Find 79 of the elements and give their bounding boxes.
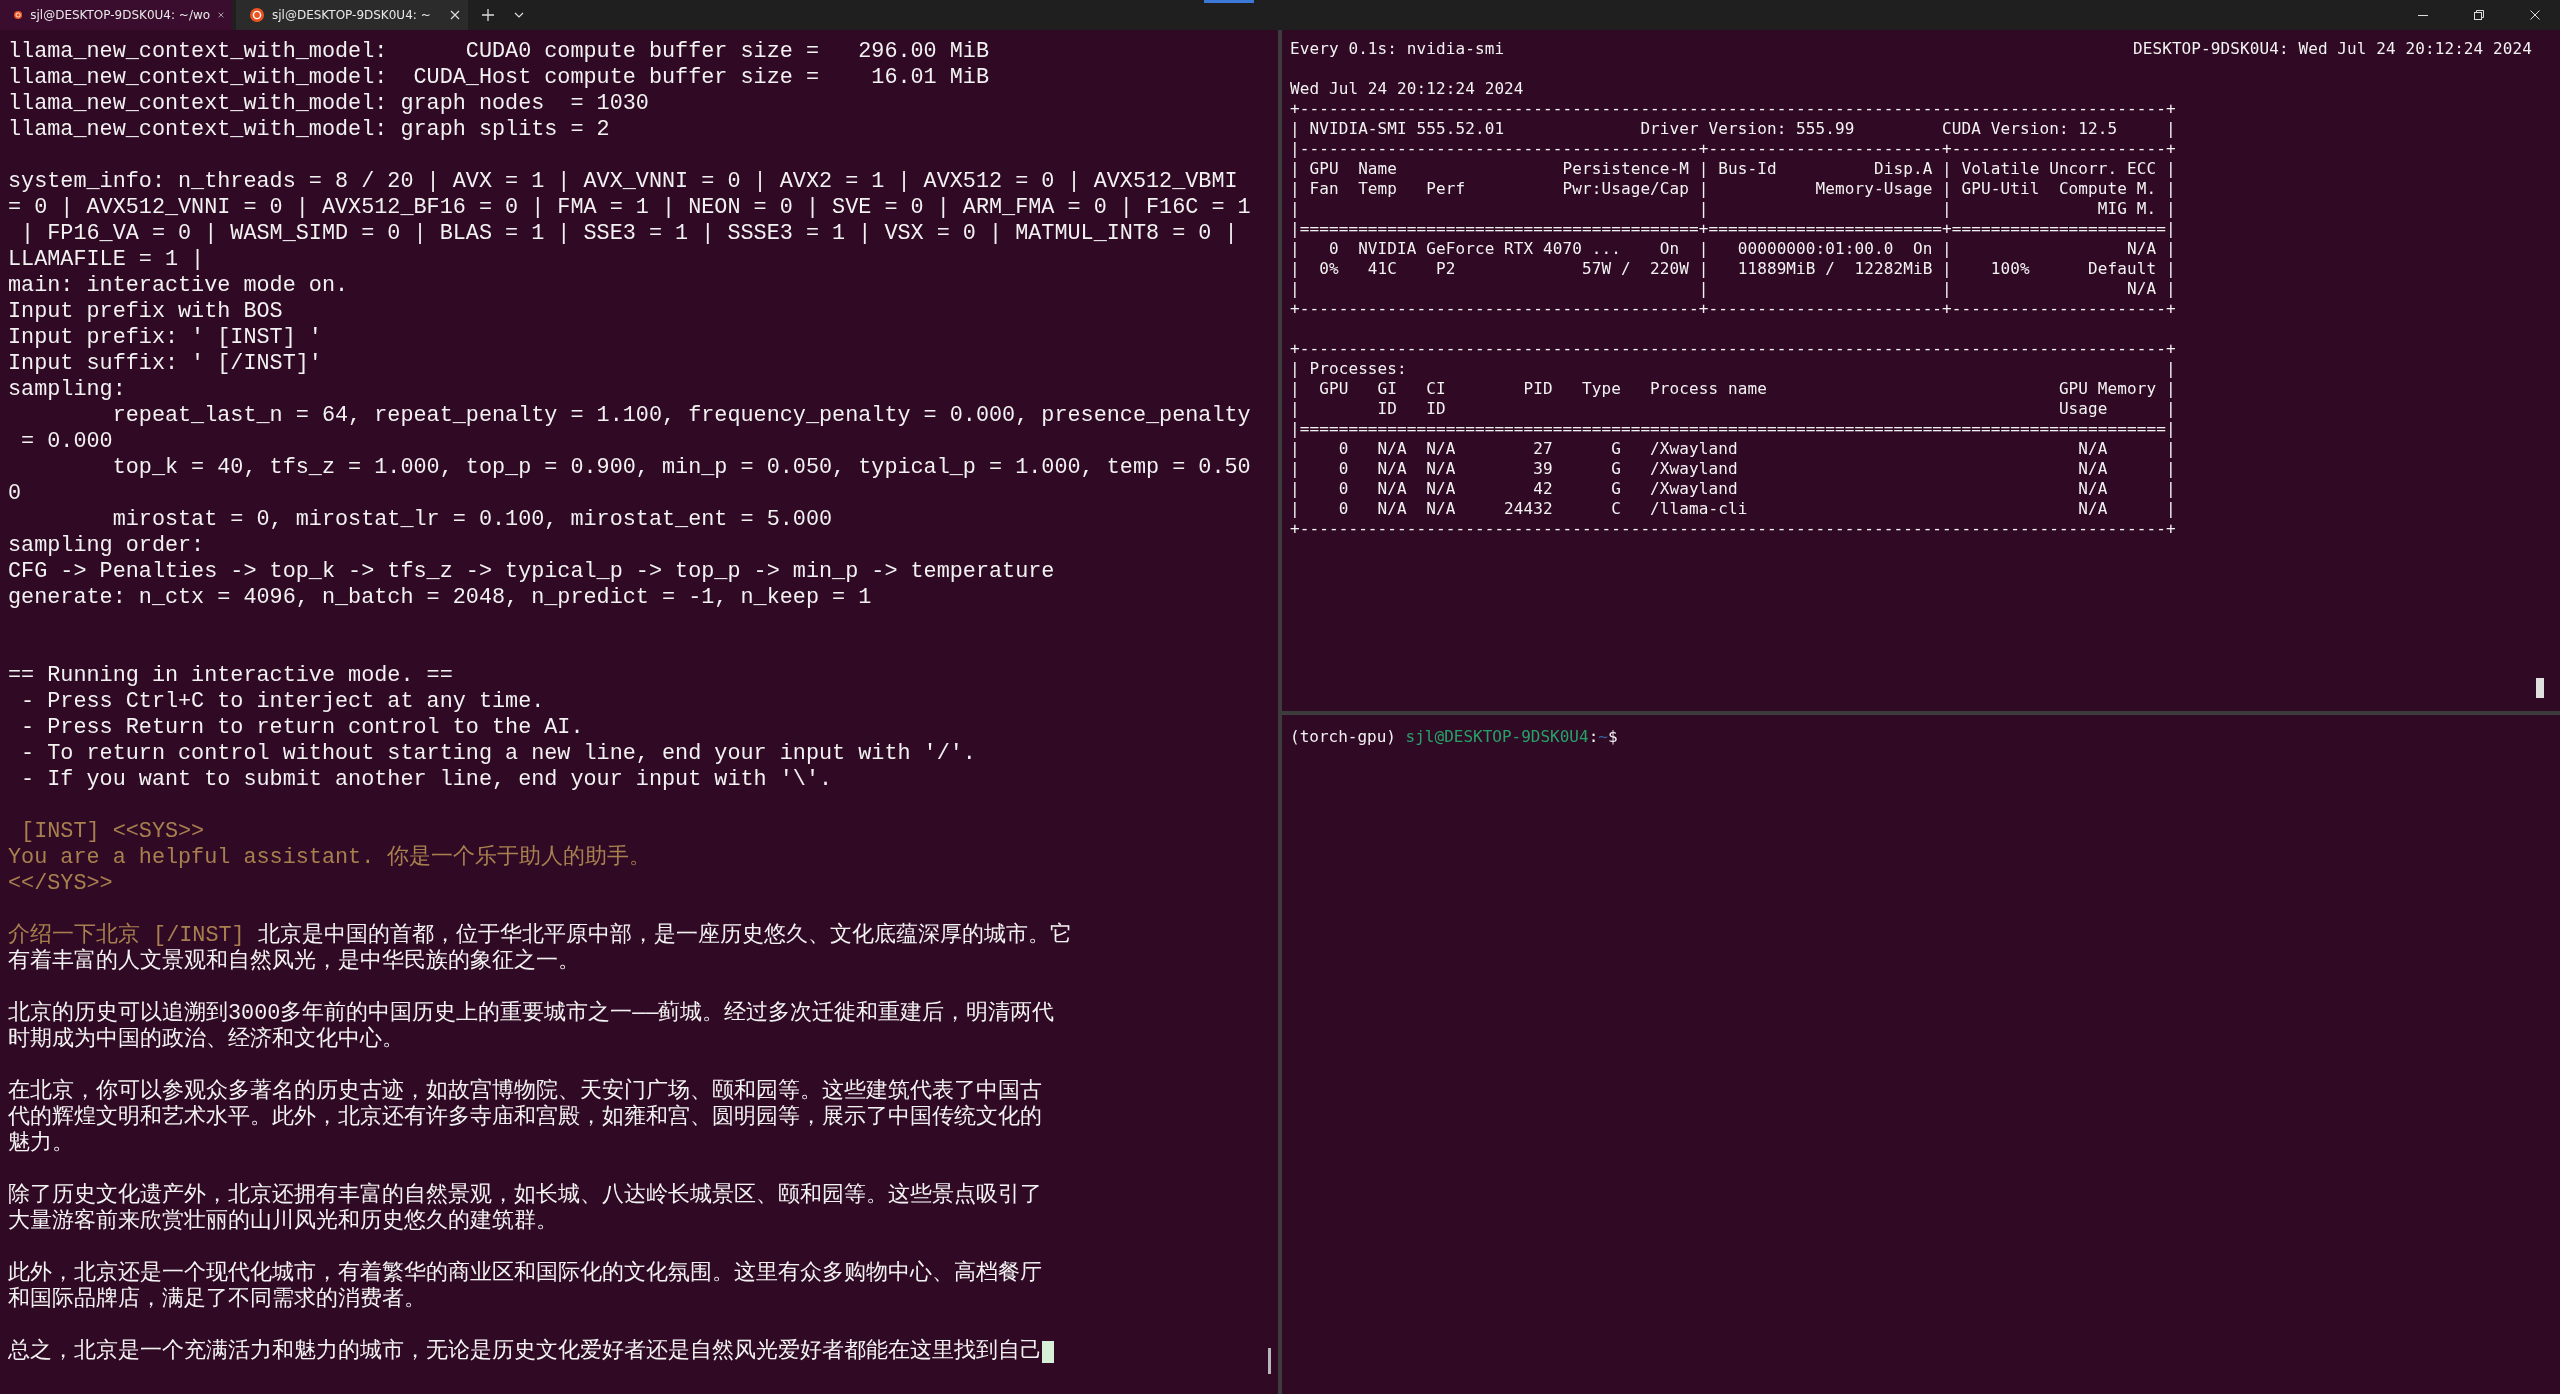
terminal-line: Input prefix: ' [INST] ' (8, 325, 322, 351)
terminal-line: CFG -> Penalties -> top_k -> tfs_z -> typical_p -> top_p -> min_p -> temperature (8, 559, 1055, 585)
terminal-line: main: interactive mode on. (8, 273, 349, 299)
dropdown-icon[interactable] (514, 12, 524, 18)
terminal-line: | | | MIG M. | (1290, 199, 2176, 218)
terminal-line: = 0 | AVX512_VNNI = 0 | AVX512_BF16 = 0 | FMA = 1 | NEON = 0 | SVE = 0 | ARM_FMA = 0 | F16C = 1 (8, 195, 1251, 221)
terminal-line: | 0 N/A N/A 27 G /Xwayland N/A | (1290, 439, 2176, 458)
terminal-line: - Press Return to return control to the AI. (20, 715, 584, 741)
terminal-line: 代的辉煌文明和艺术水平。此外，北京还有许多寺庙和宫殿，如雍和宫、圆明园等，展示了中国传统文化的 (8, 1105, 1042, 1131)
terminal-line: | GPU GI CI PID Type Process name GPU Memory | (1290, 379, 2176, 398)
terminal-profile-icon (14, 8, 23, 22)
terminal-line: 和国际品牌店，满足了不同需求的消费者。 (8, 1287, 426, 1313)
terminal-line: llama_new_context_with_model: CUDA_Host compute buffer size = 16.01 MiB (8, 65, 990, 91)
terminal-line: [INST] <<SYS>> (20, 819, 205, 845)
close-icon[interactable] (218, 10, 224, 20)
terminal-line: Wed Jul 24 20:12:24 2024 (1290, 79, 1524, 98)
terminal-line: | ID ID Usage | (1290, 399, 2176, 418)
terminal-line: = 0.000 (20, 429, 113, 455)
terminal-line: 0 (8, 481, 22, 507)
terminal-line: | 0 NVIDIA GeForce RTX 4070 ... On | 00000000:01:00.0 On | N/A | (1290, 239, 2176, 258)
terminal-line: 介绍一下北京 [/INST] 北京是中国的首都，位于华北平原中部，是一座历史悠久、文化底蕴深厚的城市。它 (8, 923, 1072, 948)
terminal-line: |=========================================================================================| (1290, 419, 2176, 438)
new-tab-icon[interactable] (482, 9, 494, 21)
terminal-line: == Running in interactive mode. == (8, 663, 453, 689)
terminal-line: DESKTOP-9DSK0U4: Wed Jul 24 20:12:24 2024 (2132, 39, 2532, 59)
terminal-line: - To return control without starting a new line, end your input with '/'. (20, 741, 976, 767)
terminal-line: generate: n_ctx = 4096, n_batch = 2048, n_predict = -1, n_keep = 1 (8, 585, 872, 611)
terminal-profile-icon (250, 8, 264, 22)
terminal-line: | Processes: | (1290, 359, 2176, 378)
terminal-line: +-----------------------------------------------------------------------------------------+ (1290, 519, 2176, 538)
terminal-line: 总之，北京是一个充满活力和魅力的城市，无论是历史文化爱好者还是自然风光爱好者都能在这里找到自己 (8, 1339, 1042, 1365)
terminal-line: Every 0.1s: nvidia-smi (1290, 39, 1505, 59)
scrollbar-thumb[interactable] (2536, 678, 2544, 698)
terminal-line: - If you want to submit another line, end your input with '\'. (20, 767, 833, 793)
terminal-line: 大量游客前来欣赏壮丽的山川风光和历史悠久的建筑群。 (8, 1209, 558, 1235)
terminal-tab[interactable]: sjl@DESKTOP-9DSK0U4: ~ (236, 0, 468, 30)
terminal-line: sampling order: (8, 533, 205, 559)
scrollbar-thumb[interactable] (1268, 1348, 1271, 1374)
terminal-line: Input suffix: ' [/INST]' (8, 351, 322, 377)
close-icon[interactable] (2530, 10, 2540, 20)
terminal-line: +-----------------------------------------------------------------------------------------+ (1290, 99, 2176, 118)
terminal-line: top_k = 40, tfs_z = 1.000, top_p = 0.900, min_p = 0.050, typical_p = 1.000, temp = 0.50 (111, 455, 1251, 481)
terminal-line: 北京的历史可以追溯到3000多年前的中国历史上的重要城市之一——蓟城。经过多次迁徙和重建后，明清两代 (8, 1001, 1055, 1026)
shell-prompt: (torch-gpu) sjl@DESKTOP-9DSK0U4:~$ (1290, 727, 1618, 746)
terminal-line: | 0% 41C P2 57W / 220W | 11889MiB / 12282MiB | 100% Default | (1290, 259, 2176, 278)
terminal-line: sampling: (8, 377, 126, 403)
close-icon[interactable] (450, 10, 460, 20)
terminal-line: +-----------------------------------------------------------------------------------------+ (1290, 339, 2176, 358)
terminal-line: 此外，北京还是一个现代化城市，有着繁华的商业区和国际化的文化氛围。这里有众多购物中心、高档餐厅 (8, 1261, 1042, 1286)
terminal-line: | GPU Name Persistence-M | Bus-Id Disp.A | Volatile Uncorr. ECC | (1290, 159, 2176, 178)
terminal-line: system_info: n_threads = 8 / 20 | AVX = 1 | AVX_VNNI = 0 | AVX2 = 1 | AVX512 = 0 | AVX512_VBMI (8, 169, 1238, 195)
terminal-line: | NVIDIA-SMI 555.52.01 Driver Version: 555.99 CUDA Version: 12.5 | (1290, 119, 2176, 138)
terminal-line: - Press Ctrl+C to interject at any time. (20, 689, 545, 715)
terminal-line: llama_new_context_with_model: graph nodes = 1030 (8, 91, 649, 117)
terminal-line: repeat_last_n = 64, repeat_penalty = 1.100, frequency_penalty = 0.000, presence_penalty (111, 403, 1251, 429)
terminal-line: | Fan Temp Perf Pwr:Usage/Cap | Memory-Usage | GPU-Util Compute M. | (1290, 179, 2176, 198)
terminal-line: +-----------------------------------------+------------------------+----------------------+ (1290, 299, 2176, 318)
terminal-line: |-----------------------------------------+------------------------+----------------------+ (1290, 139, 2176, 158)
terminal-line: 除了历史文化遗产外，北京还拥有丰富的自然景观，如长城、八达岭长城景区、颐和园等。这些景点吸引了 (8, 1183, 1042, 1208)
terminal-line: mirostat = 0, mirostat_lr = 0.100, mirostat_ent = 5.000 (111, 507, 833, 533)
terminal-line: llama_new_context_with_model: graph splits = 2 (8, 117, 610, 143)
terminal-line: | 0 N/A N/A 24432 C /llama-cli N/A | (1290, 499, 2176, 518)
terminal-line: LLAMAFILE = 1 | (8, 247, 205, 273)
title-accent-bar (1204, 0, 1254, 3)
terminal-line: 在北京，你可以参观众多著名的历史古迹，如故宫博物院、天安门广场、颐和园等。这些建筑代表了中国古 (8, 1079, 1042, 1104)
terminal-line: | 0 N/A N/A 42 G /Xwayland N/A | (1290, 479, 2176, 498)
terminal-line: |=========================================+========================+======================| (1290, 219, 2176, 238)
terminal-line: 时期成为中国的政治、经济和文化中心。 (8, 1027, 404, 1053)
terminal-line: | FP16_VA = 0 | WASM_SIMD = 0 | BLAS = 1 | SSE3 = 1 | SSSE3 = 1 | VSX = 0 | MATMUL_INT8 = 0 | (20, 221, 1238, 247)
terminal-line: Input prefix with BOS (8, 299, 283, 325)
terminal-line: <</SYS>> (8, 871, 113, 897)
terminal-line: 有着丰富的人文景观和自然风光，是中华民族的象征之一。 (8, 949, 580, 975)
restore-icon[interactable] (2474, 10, 2484, 20)
terminal-line: 魅力。 (8, 1131, 74, 1157)
terminal-tab[interactable]: sjl@DESKTOP-9DSK0U4: ~/wo (0, 0, 232, 30)
terminal-line: | | | N/A | (1290, 279, 2176, 298)
terminal-line: | 0 N/A N/A 39 G /Xwayland N/A | (1290, 459, 2176, 478)
terminal-line: You are a helpful assistant. 你是一个乐于助人的助手。 (8, 845, 652, 871)
terminal-line: llama_new_context_with_model: CUDA0 compute buffer size = 296.00 MiB (8, 39, 990, 65)
